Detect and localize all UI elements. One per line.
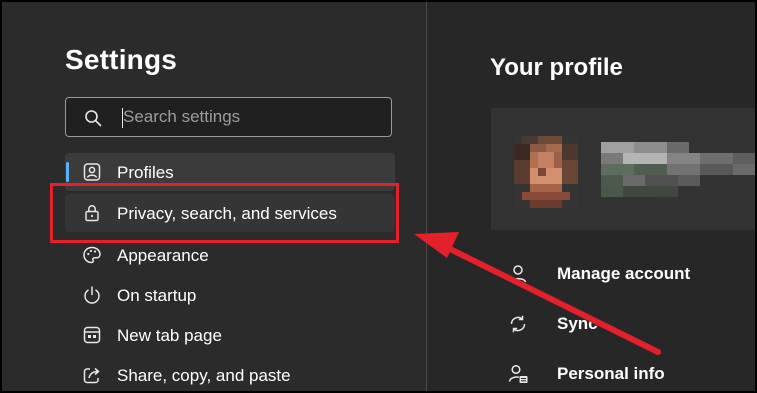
manage-account-link[interactable]: Manage account (491, 256, 755, 292)
settings-title: Settings (65, 44, 178, 75)
redacted-account-name (601, 142, 755, 208)
profile-card (491, 108, 755, 230)
sidebar-item-new-tab-page[interactable]: New tab page (65, 316, 395, 354)
sidebar-item-label: Share, copy, and paste (117, 366, 291, 385)
profile-title: Your profile (490, 54, 623, 81)
settings-window: Settings Profiles (2, 2, 755, 391)
selected-indicator (66, 162, 69, 182)
sidebar-item-label: New tab page (117, 326, 222, 345)
personal-info-label: Personal info (557, 364, 665, 383)
sidebar-item-on-startup[interactable]: On startup (65, 276, 395, 314)
profiles-icon (83, 163, 101, 181)
sync-link[interactable]: Sync (491, 306, 755, 342)
palette-icon (83, 246, 101, 264)
sync-label: Sync (557, 314, 598, 333)
avatar (514, 136, 578, 208)
profile-pane: Your profile Manage account Sync Persona… (427, 2, 755, 391)
search-icon (85, 110, 102, 127)
search-box[interactable] (65, 97, 392, 137)
manage-account-label: Manage account (557, 264, 691, 283)
new-tab-icon (83, 326, 101, 344)
personal-info-icon (508, 364, 528, 383)
power-icon (84, 286, 100, 304)
sidebar-item-label: Profiles (117, 163, 174, 182)
person-icon (509, 265, 527, 283)
search-input[interactable] (123, 104, 378, 130)
sidebar-item-label: On startup (117, 286, 197, 305)
share-icon (83, 367, 100, 384)
annotation-highlight-box (50, 183, 399, 243)
personal-info-link[interactable]: Personal info (491, 356, 755, 391)
sync-icon (510, 315, 526, 333)
sidebar-item-label: Appearance (117, 246, 209, 265)
sidebar-item-share-copy-paste[interactable]: Share, copy, and paste (65, 356, 395, 391)
settings-sidebar: Settings Profiles (2, 2, 426, 391)
